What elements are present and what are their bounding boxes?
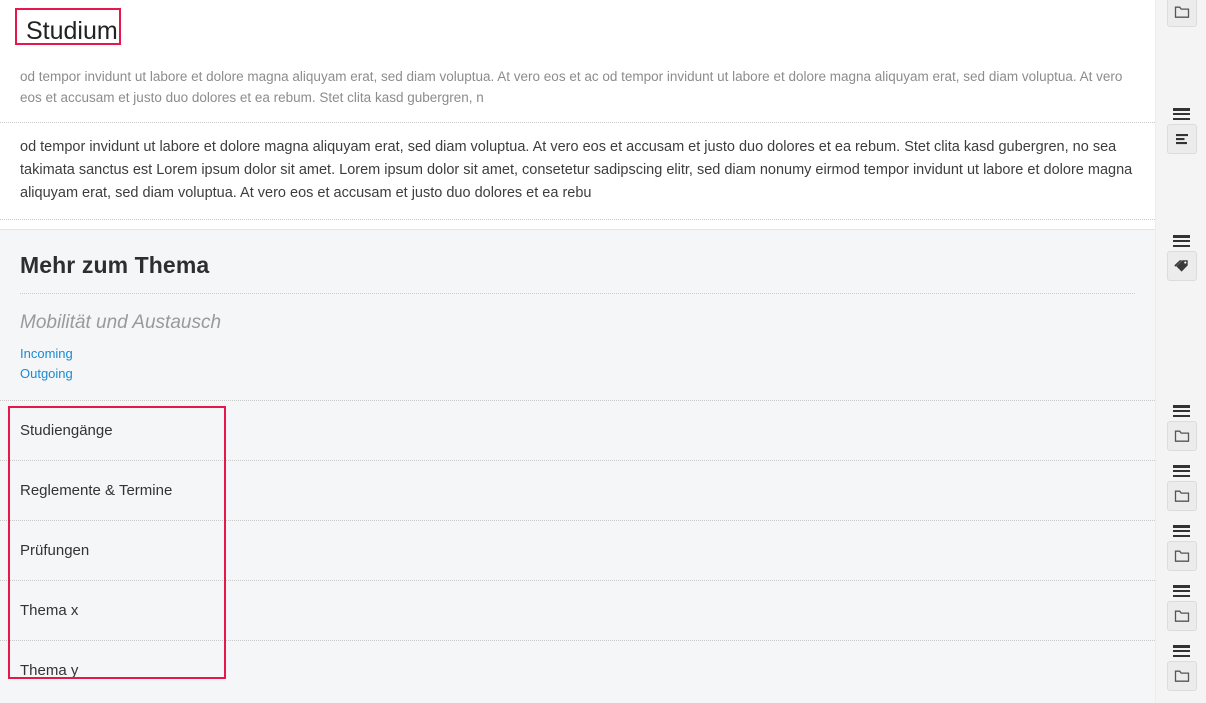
topic-row-thema-y[interactable]: Thema y [0, 640, 1155, 700]
tag-icon [1173, 259, 1190, 274]
more-heading-block[interactable]: Mehr zum Thema [0, 230, 1155, 293]
links-group-title: Mobilität und Austausch [20, 312, 222, 333]
lead-block[interactable]: od tempor invidunt ut labore et dolore m… [0, 58, 1155, 124]
drag-handle-icon-6[interactable] [1173, 525, 1190, 537]
topic-list: Studiengänge Reglemente & Termine Prüfun… [0, 400, 1155, 700]
folder-icon-button-3[interactable] [1166, 481, 1197, 511]
folder-icon [1174, 669, 1190, 683]
topic-row-thema-x[interactable]: Thema x [0, 580, 1155, 640]
more-section: Mehr zum Thema Mobilität und Austausch I… [0, 229, 1155, 703]
more-section-title: Mehr zum Thema [20, 252, 210, 278]
body-block-1[interactable]: od tempor invidunt ut labore et dolore m… [0, 123, 1155, 221]
links-block[interactable]: Mobilität und Austausch Incoming Outgoin… [0, 294, 1155, 400]
folder-icon [1174, 429, 1190, 443]
rail-group-3 [1156, 235, 1206, 281]
drag-handle-icon-7[interactable] [1173, 585, 1190, 597]
rail-group-6 [1156, 525, 1206, 571]
rail-group-1 [1156, 0, 1206, 27]
topic-label: Studiengänge [20, 422, 113, 439]
topic-label: Thema y [20, 662, 79, 679]
rail-group-7 [1156, 585, 1206, 631]
folder-icon-button-5[interactable] [1166, 601, 1197, 631]
content-column: Studium od tempor invidunt ut labore et … [0, 0, 1155, 703]
topic-row-studiengaenge[interactable]: Studiengänge [0, 400, 1155, 460]
text-block-icon-button[interactable] [1166, 124, 1197, 154]
folder-icon [1174, 5, 1190, 19]
lead-text: od tempor invidunt ut labore et dolore m… [20, 69, 1123, 106]
page-root: Studium od tempor invidunt ut labore et … [0, 0, 1206, 703]
body-paragraph-1: od tempor invidunt ut labore et dolore m… [20, 139, 1133, 202]
drag-handle-icon-2[interactable] [1173, 108, 1190, 120]
drag-handle-icon-8[interactable] [1173, 645, 1190, 657]
folder-icon-button-1[interactable] [1166, 0, 1197, 27]
rail-group-2 [1156, 108, 1206, 154]
link-incoming[interactable]: Incoming [20, 344, 1135, 364]
rail-group-8 [1156, 645, 1206, 691]
folder-icon-button-6[interactable] [1166, 661, 1197, 691]
folder-icon [1174, 609, 1190, 623]
topic-row-pruefungen[interactable]: Prüfungen [0, 520, 1155, 580]
topic-label: Prüfungen [20, 542, 90, 559]
topic-label: Thema x [20, 602, 79, 619]
drag-handle-icon-3[interactable] [1173, 235, 1190, 247]
tag-icon-button[interactable] [1166, 251, 1197, 281]
block-tools-rail [1155, 0, 1206, 703]
folder-icon-button-4[interactable] [1166, 541, 1197, 571]
drag-handle-icon-4[interactable] [1173, 405, 1190, 417]
title-block[interactable]: Studium [0, 0, 1155, 58]
folder-icon [1174, 549, 1190, 563]
topic-label: Reglemente & Termine [20, 482, 173, 499]
page-title[interactable]: Studium [20, 14, 124, 50]
text-block-icon [1174, 132, 1190, 146]
drag-handle-icon-5[interactable] [1173, 465, 1190, 477]
rail-group-4 [1156, 405, 1206, 451]
rail-group-5 [1156, 465, 1206, 511]
folder-icon-button-2[interactable] [1166, 421, 1197, 451]
link-outgoing[interactable]: Outgoing [20, 364, 1135, 384]
topic-row-reglemente-termine[interactable]: Reglemente & Termine [0, 460, 1155, 520]
folder-icon [1174, 489, 1190, 503]
